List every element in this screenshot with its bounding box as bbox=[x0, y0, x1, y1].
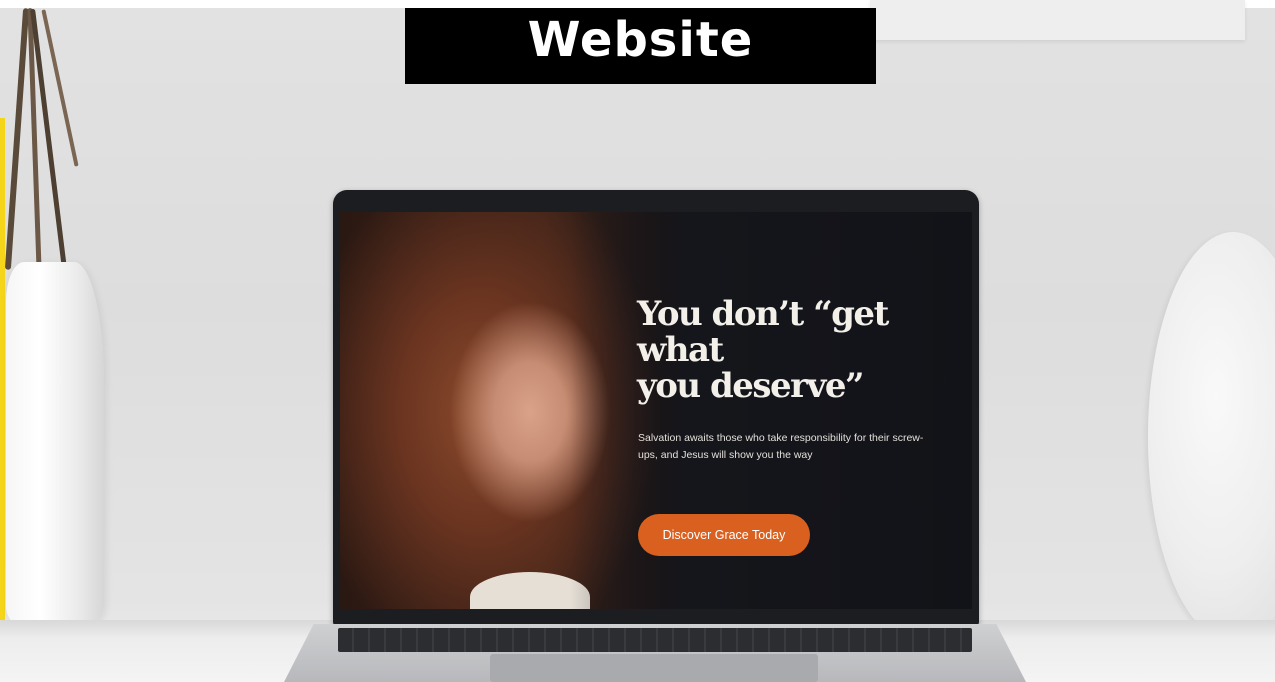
hero-subtext: Salvation awaits those who take responsi… bbox=[638, 432, 924, 461]
white-vase bbox=[6, 262, 104, 630]
accent-strip bbox=[0, 118, 5, 682]
laptop-screen-website: You don’t “get what you deserve” Salvati… bbox=[340, 212, 972, 609]
hero-heading-line1: You don’t “get what bbox=[637, 294, 889, 370]
hero-heading: You don’t “get what you deserve” bbox=[637, 296, 957, 404]
textured-round-vase bbox=[1148, 232, 1275, 642]
discover-grace-button[interactable]: Discover Grace Today bbox=[638, 514, 810, 556]
hero-heading-line2: you deserve” bbox=[637, 366, 865, 406]
laptop-keyboard bbox=[338, 628, 972, 652]
title-banner: Website bbox=[405, 8, 876, 84]
discover-grace-button-label: Discover Grace Today bbox=[662, 528, 786, 542]
wall-picture-frame bbox=[870, 0, 1245, 40]
laptop-trackpad bbox=[490, 654, 818, 682]
branch-decoration bbox=[4, 8, 30, 270]
mockup-scene: Website You don’t “get what you deserve”… bbox=[0, 0, 1275, 682]
title-banner-text: Website bbox=[527, 12, 754, 68]
